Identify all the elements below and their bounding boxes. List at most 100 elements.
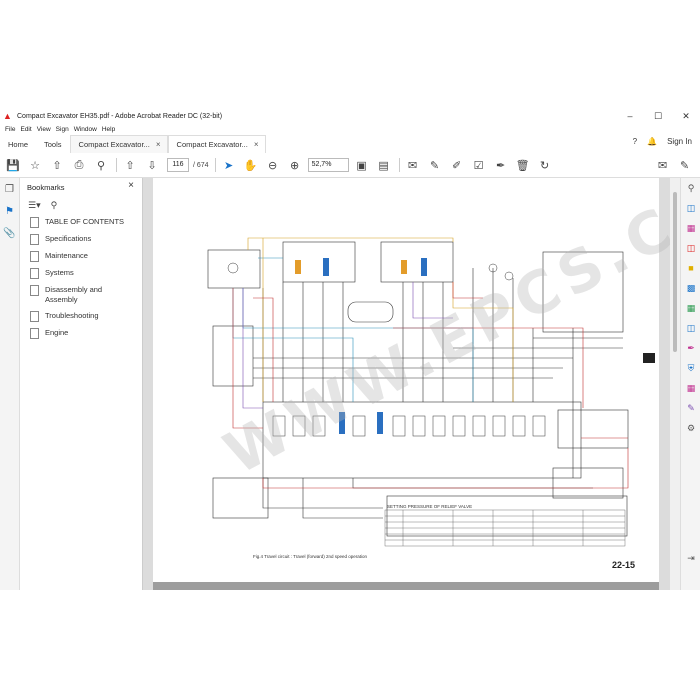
share-icon[interactable]: ✉ [654,156,672,174]
print-icon[interactable]: ⎙ [70,156,88,174]
rotate-icon[interactable]: ↻ [536,156,554,174]
hand-tool-icon[interactable]: ✋ [242,156,260,174]
menu-edit[interactable]: Edit [20,126,31,133]
bookmark-search-icon[interactable]: ⚲ [51,200,58,211]
bookmarks-panel: Bookmarks × ☰▾ ⚲ TABLE OF CONTENTS Speci… [20,178,143,590]
draw-icon[interactable]: ✐ [448,156,466,174]
vertical-scrollbar[interactable] [670,178,680,590]
document-icon [30,234,39,245]
bookmark-label: TABLE OF CONTENTS [45,217,125,226]
zoom-search-icon[interactable]: ⚲ [681,178,700,198]
menu-file[interactable]: File [5,126,15,133]
protect-icon[interactable]: ⛨ [681,358,700,378]
comment-icon[interactable]: ✉ [404,156,422,174]
main-toolbar: 💾 ☆ ⇧ ⎙ ⚲ ⇧ ⇩ 116 / 674 ➤ ✋ ⊖ ⊕ 52,7% ▣ … [0,153,700,178]
page-number-input[interactable]: 116 [167,158,189,172]
tab-document-2[interactable]: Compact Excavator... × [167,135,266,153]
bookmark-item[interactable]: Engine [20,325,142,342]
fill-sign-icon[interactable]: ✒ [492,156,510,174]
sign-in-link[interactable]: Sign In [667,137,692,146]
page-total: / 674 [193,161,209,169]
scroll-mode-icon[interactable]: ▤ [375,156,393,174]
help-icon[interactable]: ? [633,137,637,146]
select-cursor-icon[interactable]: ➤ [220,156,238,174]
tab-tools[interactable]: Tools [36,136,70,153]
page-thumbnails-icon[interactable]: ❐ [0,178,19,200]
delete-icon[interactable]: 🗑 [514,156,532,174]
zoom-level-dropdown[interactable]: 52,7% [307,158,349,172]
bookmarks-header: Bookmarks × [20,178,142,196]
highlight-icon[interactable]: ✎ [426,156,444,174]
window-title: Compact Excavator EH35.pdf - Adobe Acrob… [17,112,223,120]
bookmark-item[interactable]: TABLE OF CONTENTS [20,214,142,231]
bookmark-label: Engine [45,328,69,337]
close-icon[interactable]: × [128,180,134,191]
save-icon[interactable]: 💾 [4,156,22,174]
send-sign-icon[interactable]: ✎ [681,398,700,418]
comment-tool-icon[interactable]: ■ [681,258,700,278]
document-icon [30,268,39,279]
tab-document-2-label: Compact Excavator... [176,140,248,149]
tab-bar-right: ? 🔔 Sign In [623,137,692,146]
zoom-in-icon[interactable]: ⊕ [286,156,304,174]
close-window-button[interactable]: ✕ [672,108,700,124]
prepare-form-icon[interactable]: ▦ [681,378,700,398]
page-number-label: 22-15 [611,560,635,570]
bookmark-item[interactable]: Specifications [20,231,142,248]
minimize-button[interactable]: – [616,108,644,124]
document-icon [30,311,39,322]
pdf-page: WWW.EPCS.COM SETTING PRESSURE OF RELIEF … [153,136,700,582]
zoom-out-icon[interactable]: ⊖ [264,156,282,174]
toolbar-divider [398,158,400,172]
upload-icon[interactable]: ⇧ [48,156,66,174]
stamp-icon[interactable]: ☑ [470,156,488,174]
window-controls: – ☐ ✕ [616,108,700,124]
menu-window[interactable]: Window [74,126,97,133]
document-icon [30,285,39,296]
bookmark-item[interactable]: Systems [20,265,142,282]
page-down-icon[interactable]: ⇩ [143,156,161,174]
acrobat-icon: ▲ [3,111,12,121]
tab-close-icon[interactable]: × [156,136,161,153]
fit-page-icon[interactable]: ▣ [353,156,371,174]
document-icon [30,217,39,228]
more-tools-icon[interactable]: ⚙ [681,418,700,438]
menu-view[interactable]: View [37,126,51,133]
bookmark-label: Specifications [45,234,92,243]
bookmark-item[interactable]: Disassembly and Assembly [20,282,142,308]
search-icon[interactable]: ⚲ [92,156,110,174]
collapse-pane-icon[interactable]: ⇥ [681,548,700,568]
tools-pane: ⚲ ◫ ▦ ◫ ■ ▩ ▦ ◫ ✒ ⛨ ▦ ✎ ⚙ ⇥ [680,178,700,590]
page-up-icon[interactable]: ⇧ [121,156,139,174]
maximize-button[interactable]: ☐ [644,108,672,124]
menu-sign[interactable]: Sign [56,126,69,133]
tab-home[interactable]: Home [0,136,36,153]
bookmark-label: Disassembly and Assembly [45,285,103,304]
bookmark-options-icon[interactable]: ☰▾ [28,200,41,211]
menu-help[interactable]: Help [102,126,115,133]
star-icon[interactable]: ☆ [26,156,44,174]
attachment-icon[interactable]: 📎 [0,222,19,244]
figure-caption: Fig.4 Travel circuit : Travel (forward) … [253,554,368,559]
bell-icon[interactable]: 🔔 [647,137,657,146]
document-icon [30,251,39,262]
tab-document-1[interactable]: Compact Excavator... × [69,135,168,153]
menu-bar: File Edit View Sign Window Help [0,124,700,135]
zoom-level-value: 52,7% [311,161,332,168]
export-pdf-icon[interactable]: ◫ [681,198,700,218]
bookmark-label: Systems [45,268,74,277]
create-pdf-icon[interactable]: ◫ [681,238,700,258]
bookmarks-title: Bookmarks [27,182,65,192]
combine-files-icon[interactable]: ▩ [681,278,700,298]
bookmark-item[interactable]: Maintenance [20,248,142,265]
edit-icon[interactable]: ✎ [676,156,694,174]
organize-pages-icon[interactable]: ▦ [681,218,700,238]
document-viewer[interactable]: WWW.EPCS.COM SETTING PRESSURE OF RELIEF … [143,136,700,590]
scrollbar-thumb[interactable] [673,192,677,352]
tab-close-icon[interactable]: × [254,136,259,153]
bookmark-item[interactable]: Troubleshooting [20,308,142,325]
fill-sign-tool-icon[interactable]: ✒ [681,338,700,358]
scan-icon[interactable]: ◫ [681,318,700,338]
bookmark-icon[interactable]: ⚑ [0,200,19,222]
compress-icon[interactable]: ▦ [681,298,700,318]
